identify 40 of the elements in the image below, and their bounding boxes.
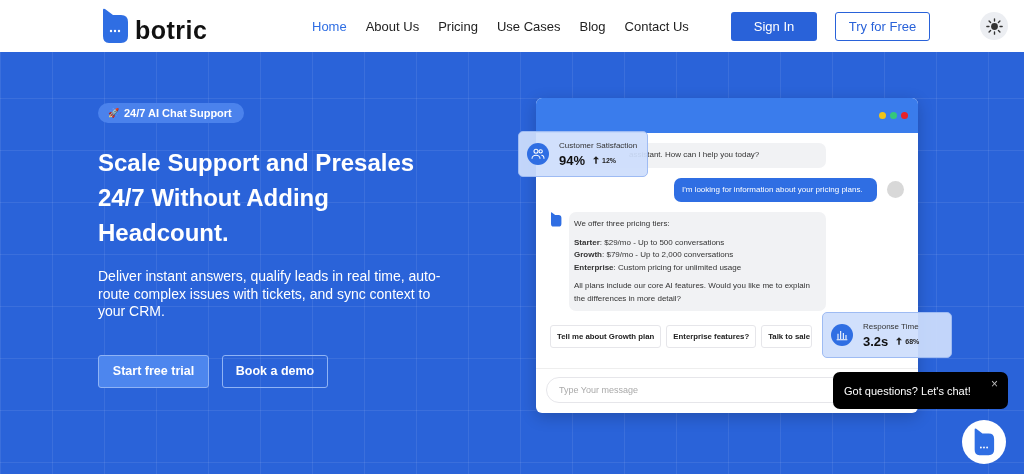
theme-toggle-button[interactable] xyxy=(980,12,1008,40)
sign-in-button[interactable]: Sign In xyxy=(731,11,817,41)
headline-line: Headcount. xyxy=(98,218,229,248)
logo-text: botric xyxy=(135,16,208,44)
sun-icon xyxy=(985,17,1003,35)
logo-icon xyxy=(973,428,995,456)
rocket-icon: 🚀 xyxy=(108,108,119,118)
bar-chart-icon xyxy=(831,324,853,346)
nav-link[interactable]: Home xyxy=(312,18,347,34)
headline-line: 24/7 Without Adding xyxy=(98,183,329,213)
window-dot-icon xyxy=(890,112,897,119)
window-dot-icon xyxy=(879,112,886,119)
hero-description: Deliver instant answers, qualify leads in real time, auto-route complex issues with tickets, and sync context to your CRM. xyxy=(98,268,442,321)
nav-link[interactable]: Blog xyxy=(579,18,606,34)
start-trial-button[interactable]: Start free trial xyxy=(98,354,209,388)
up-arrow-icon xyxy=(896,337,903,345)
stat-value: 3.2s xyxy=(863,333,889,349)
logo-icon xyxy=(101,8,129,44)
badge-text: 24/7 AI Chat Support xyxy=(124,107,232,119)
close-icon[interactable]: × xyxy=(991,378,998,390)
people-icon xyxy=(527,143,549,165)
message-text: All plans include our core AI features. Would you like me to explain the differences in more detail? xyxy=(574,280,811,305)
headline-line: Scale Support and Presales xyxy=(98,148,415,178)
stat-label: Customer Satisfaction xyxy=(559,140,638,150)
chat-launcher-button[interactable] xyxy=(962,420,1006,464)
nav-link[interactable]: Use Cases xyxy=(496,18,561,34)
bot-avatar-icon xyxy=(550,212,562,227)
up-arrow-icon xyxy=(593,156,600,164)
stat-value: 94% xyxy=(559,152,586,168)
nav-link[interactable]: Contact Us xyxy=(624,18,689,34)
message-text: I'm looking for information about your pricing plans. xyxy=(682,183,864,196)
stat-label: Response Time xyxy=(863,321,919,331)
try-free-button[interactable]: Try for Free xyxy=(835,11,930,41)
book-demo-button[interactable]: Book a demo xyxy=(222,354,328,388)
user-avatar-icon xyxy=(887,181,904,199)
message-text: We offer three pricing tiers: xyxy=(574,218,671,230)
nav-link[interactable]: About Us xyxy=(365,18,420,34)
window-dot-icon xyxy=(901,112,908,119)
message-text: Starter: $29/mo - Up to 500 conversations Growth: $79/mo - Up to 2,000 conversations Enterprise: Custom pricing for unlimited usage xyxy=(574,236,743,274)
nav-link[interactable]: Pricing xyxy=(438,18,478,34)
